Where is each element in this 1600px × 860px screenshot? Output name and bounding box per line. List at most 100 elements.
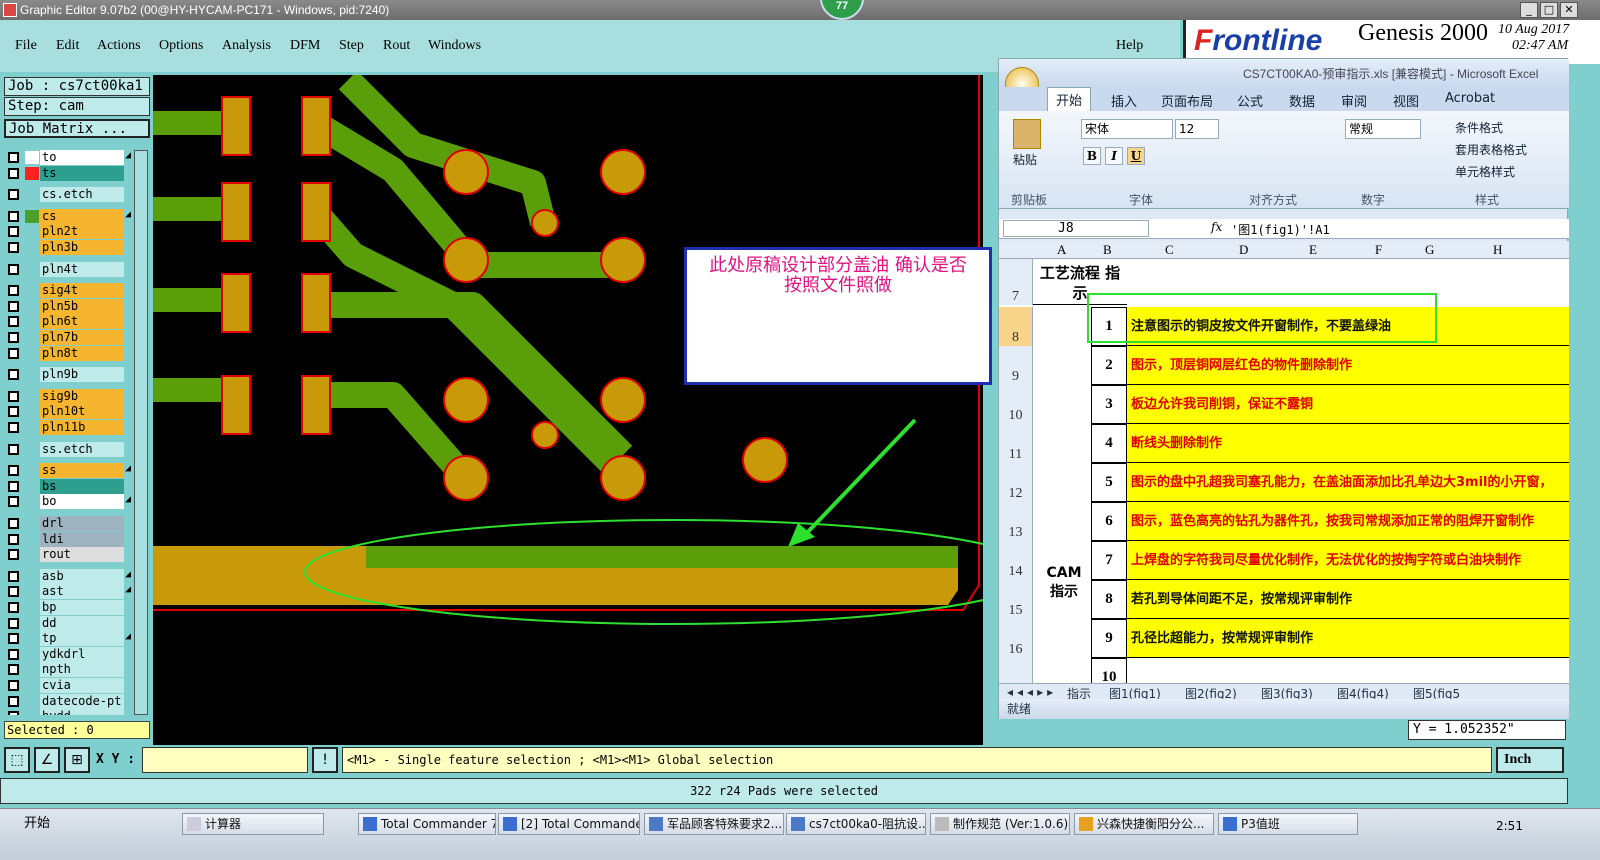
layer-color-swatch[interactable] (25, 421, 39, 434)
layer-checkbox[interactable] (8, 633, 19, 645)
number-format-select[interactable]: 常规 (1345, 119, 1421, 139)
item-number-cell[interactable]: 5 (1091, 463, 1127, 502)
layer-name[interactable]: ts (40, 165, 124, 181)
layer-row[interactable]: pln8t (4, 345, 132, 361)
measure-tool-icon[interactable]: ∠ (34, 747, 60, 773)
underline-button[interactable]: U (1127, 147, 1145, 165)
taskbar-item-tc2[interactable]: [2] Total Commander ... (498, 813, 640, 835)
layer-name[interactable]: pln7b (40, 330, 124, 345)
taskbar-item-spec[interactable]: 制作规范 (Ver:1.0.6) (930, 813, 1070, 835)
layer-checkbox[interactable] (8, 316, 19, 328)
menu-actions[interactable]: Actions (97, 38, 141, 54)
layer-color-swatch[interactable] (25, 710, 39, 715)
layer-row[interactable]: cs ◢ (4, 208, 132, 224)
layer-name[interactable]: dd (40, 615, 124, 631)
layer-color-swatch[interactable] (25, 209, 39, 223)
layer-name[interactable]: ss (40, 463, 124, 479)
item-number-cell[interactable]: 8 (1091, 580, 1127, 619)
layer-checkbox[interactable] (8, 533, 19, 545)
layer-row[interactable]: bs (4, 478, 132, 494)
menu-analysis[interactable]: Analysis (222, 38, 271, 54)
spreadsheet-grid[interactable]: 工艺流程 指示 CAM 指示 7 8 1 注意图示的铜皮按文件开窗制作，不要盖绿油 9 2 图示… (999, 259, 1569, 683)
layer-row[interactable]: pln9b (4, 367, 132, 383)
layer-row[interactable]: ss ◢ (4, 463, 132, 479)
layer-checkbox[interactable] (8, 152, 19, 163)
layer-color-swatch[interactable] (25, 616, 39, 630)
taskbar-item-calculator[interactable]: 计算器 (182, 813, 324, 835)
layer-row[interactable]: pln2t (4, 224, 132, 240)
layer-color-swatch[interactable] (25, 694, 39, 708)
cell-style-button[interactable]: 单元格样式 (1455, 163, 1515, 180)
layer-checkbox[interactable] (8, 617, 19, 629)
row-number[interactable]: 13 (999, 502, 1033, 541)
row-number[interactable]: 11 (999, 424, 1033, 463)
layer-row[interactable]: pln3b (4, 240, 132, 255)
layer-name[interactable]: pln4t (40, 261, 124, 277)
layer-color-swatch[interactable] (25, 389, 39, 403)
layer-name[interactable]: bp (40, 600, 124, 615)
layer-checkbox[interactable] (8, 570, 19, 582)
menu-step[interactable]: Step (339, 38, 364, 54)
layer-color-swatch[interactable] (25, 166, 39, 180)
layer-checkbox[interactable] (8, 167, 19, 179)
instruction-cell[interactable]: 图示，顶层铜网层红色的物件删除制作 (1127, 346, 1569, 385)
tab-home[interactable]: 开始 (1047, 87, 1092, 111)
menu-file[interactable]: File (15, 38, 37, 54)
layer-checkbox[interactable] (8, 648, 19, 660)
layer-row[interactable]: dd (4, 615, 132, 631)
col-f[interactable]: F (1375, 242, 1382, 258)
layer-name[interactable]: pln5b (40, 298, 124, 314)
cam-instruction-cell[interactable]: CAM 指示 (1039, 565, 1089, 601)
job-matrix-button[interactable]: Job Matrix ... (4, 119, 150, 138)
row-number[interactable]: 8 (999, 307, 1033, 346)
excel-window[interactable]: CS7CT00KA0-预审指示.xls [兼容模式] - Microsoft E… (998, 58, 1569, 719)
col-g[interactable]: G (1425, 242, 1434, 258)
layer-name[interactable]: pln6t (40, 314, 124, 330)
layer-checkbox[interactable] (8, 242, 19, 253)
layer-color-swatch[interactable] (25, 346, 39, 360)
name-box[interactable]: J8 (1003, 220, 1149, 237)
layer-checkbox[interactable] (8, 586, 19, 598)
bold-button[interactable]: B (1083, 147, 1101, 165)
fx-icon[interactable]: fx (1211, 220, 1222, 234)
taskbar-item-doc2[interactable]: cs7ct00ka0-阻抗设... (786, 813, 926, 835)
layer-row[interactable]: ss.etch (4, 441, 132, 457)
tab-insert[interactable]: 插入 (1111, 91, 1137, 110)
formula-input[interactable]: '图1(fig1)'!A1 (1231, 221, 1330, 238)
col-d[interactable]: D (1239, 242, 1248, 258)
font-size-select[interactable]: 12 (1175, 119, 1219, 139)
layer-row[interactable]: bo ◢ (4, 494, 132, 510)
layer-checkbox[interactable] (8, 210, 19, 222)
italic-button[interactable]: I (1105, 147, 1123, 165)
layer-color-swatch[interactable] (25, 548, 39, 562)
item-number-cell[interactable]: 10 (1091, 658, 1127, 683)
row-number[interactable]: 15 (999, 580, 1033, 619)
alert-icon[interactable]: ! (312, 747, 338, 773)
layer-row[interactable]: sig9b (4, 388, 132, 404)
maximize-button[interactable]: □ (1540, 2, 1558, 18)
taskbar-item-tc1[interactable]: Total Commander 7.0... (358, 813, 496, 835)
layer-row[interactable]: datecode-pt (4, 693, 132, 709)
layer-checkbox[interactable] (8, 285, 19, 297)
layer-checkbox[interactable] (8, 369, 19, 381)
paste-button[interactable]: 粘贴 (1013, 151, 1037, 168)
layer-checkbox[interactable] (8, 549, 19, 561)
layer-name[interactable]: cs (40, 208, 124, 224)
tab-page-layout[interactable]: 页面布局 (1161, 91, 1213, 110)
layer-color-swatch[interactable] (25, 284, 39, 298)
layer-name[interactable]: ydkdrl (40, 646, 124, 662)
layer-color-swatch[interactable] (25, 315, 39, 329)
layer-name[interactable]: bs (40, 478, 124, 494)
layer-color-swatch[interactable] (25, 585, 39, 599)
layer-color-swatch[interactable] (25, 495, 39, 509)
instruction-cell[interactable]: 板边允许我司削铜，保证不露铜 (1127, 385, 1569, 424)
layer-color-swatch[interactable] (25, 188, 39, 202)
minimize-button[interactable]: _ (1520, 2, 1538, 18)
layer-row[interactable]: pln4t (4, 261, 132, 277)
row-number[interactable]: 7 (999, 259, 1033, 305)
layer-row[interactable]: ydkdrl (4, 646, 132, 662)
layer-row[interactable]: cvia (4, 678, 132, 693)
item-number-cell[interactable]: 7 (1091, 541, 1127, 580)
row-number[interactable]: 12 (999, 463, 1033, 502)
layer-checkbox[interactable] (8, 465, 19, 477)
